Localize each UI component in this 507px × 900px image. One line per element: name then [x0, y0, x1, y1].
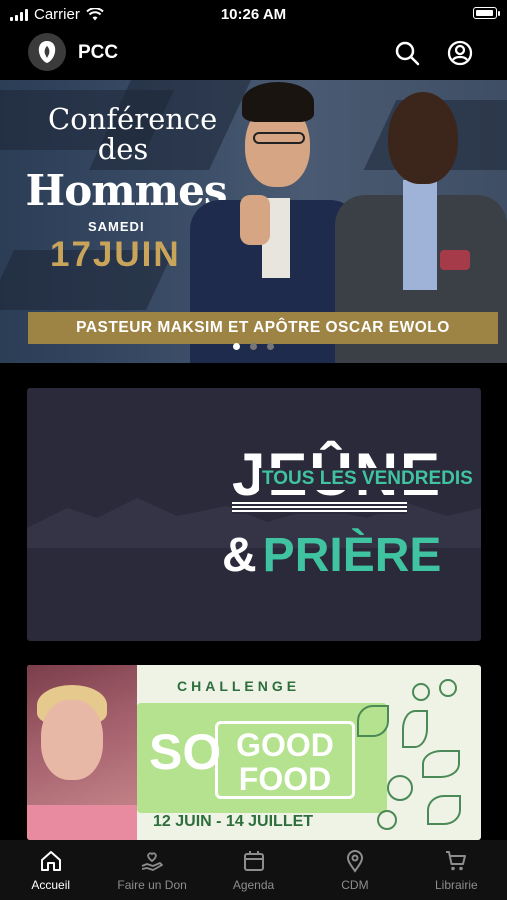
tab-label: CDM — [341, 878, 369, 892]
host-photo — [27, 665, 137, 840]
carousel-dot[interactable] — [233, 343, 240, 350]
hero-speakers-banner: PASTEUR MAKSIM ET APÔTRE OSCAR EWOLO — [28, 312, 498, 344]
donate-hand-icon — [139, 848, 165, 874]
tab-label: Accueil — [31, 878, 71, 892]
tab-label: Faire un Don — [117, 878, 187, 892]
status-time: 10:26 AM — [220, 6, 287, 23]
challenge-dates: 12 JUIN - 14 JUILLET — [153, 813, 314, 830]
good-food-box: GOOD FOOD — [215, 721, 355, 799]
carousel-dot[interactable] — [250, 343, 257, 350]
hero-day: SAMEDI — [88, 219, 145, 234]
event-card-so-good-food[interactable]: CHALLENGE SO GOOD FOOD 12 JUIN - 14 JUIL… — [27, 665, 481, 840]
tab-faire-un-don[interactable]: Faire un Don — [101, 840, 202, 900]
tab-librairie[interactable]: Librairie — [406, 840, 507, 900]
hero-carousel-slide[interactable]: Conférence des Hommes SAMEDI 17JUIN PAST… — [0, 80, 507, 363]
leaf-icon — [439, 679, 457, 697]
tab-label: Librairie — [434, 878, 478, 892]
challenge-label: CHALLENGE — [177, 678, 301, 694]
tab-accueil[interactable]: Accueil — [0, 840, 101, 900]
food-label: FOOD — [238, 761, 332, 797]
leaf-icon — [357, 705, 389, 737]
tab-cdm[interactable]: CDM — [304, 840, 405, 900]
carousel-pagination[interactable] — [0, 343, 507, 350]
stripes-graphic — [232, 500, 407, 514]
account-icon[interactable] — [445, 38, 475, 68]
home-icon — [38, 848, 64, 874]
good-label: GOOD — [236, 727, 334, 763]
location-pin-icon — [342, 848, 368, 874]
calendar-icon — [241, 848, 267, 874]
leaf-icon — [412, 683, 430, 701]
search-icon[interactable] — [392, 38, 422, 68]
hero-date: 17JUIN — [50, 235, 181, 274]
jeune-subtitle: TOUS LES VENDREDIS — [259, 468, 476, 490]
leaf-icon — [402, 710, 428, 748]
app-title: PCC — [78, 42, 119, 63]
so-label: SO — [149, 724, 222, 780]
tab-label: Agenda — [232, 878, 275, 892]
carousel-dot[interactable] — [267, 343, 274, 350]
leaf-icon — [387, 775, 413, 801]
cart-icon — [443, 848, 469, 874]
priere-title: & PRIÈRE — [222, 529, 442, 582]
leaf-icon — [422, 750, 460, 778]
hero-title-line1: Conférence des — [48, 102, 218, 166]
status-bar: Carrier 10:26 AM — [0, 0, 507, 28]
leaf-icon — [427, 795, 461, 825]
leaf-icon — [377, 810, 397, 830]
battery-icon — [473, 7, 500, 19]
tab-agenda[interactable]: Agenda — [203, 840, 304, 900]
lion-logo-icon[interactable] — [28, 33, 66, 71]
event-card-jeune-priere[interactable]: JEÛNE TOUS LES VENDREDIS &PRIÈRE — [27, 388, 481, 641]
bottom-tab-bar: Accueil Faire un Don Agenda CDM Librairi… — [0, 840, 507, 900]
app-header: PCC — [0, 28, 507, 78]
